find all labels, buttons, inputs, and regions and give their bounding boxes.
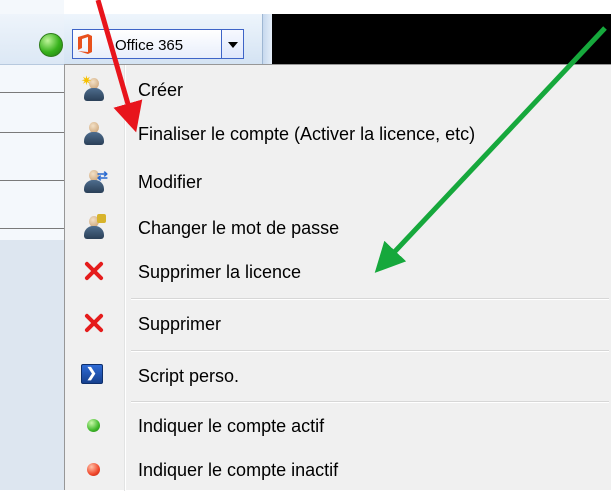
- background-band: [0, 240, 64, 490]
- user-icon: [81, 120, 107, 146]
- content-area: [272, 14, 611, 64]
- menu-item-label: Indiquer le compte actif: [138, 416, 325, 436]
- office-365-dropdown[interactable]: Office 365: [72, 29, 244, 59]
- powershell-icon: [81, 364, 103, 384]
- menu-separator: [131, 298, 609, 300]
- background-panel: [0, 0, 64, 490]
- user-edit-icon: ⇄: [81, 168, 108, 194]
- green-dot-icon: [87, 419, 100, 432]
- menu-item-compte-actif[interactable]: Indiquer le compte actif: [65, 403, 611, 449]
- menu-item-script-perso[interactable]: Script perso.: [65, 353, 611, 399]
- chevron-down-icon[interactable]: [221, 30, 243, 58]
- office-logo-icon: [78, 34, 92, 54]
- delete-x-icon: [81, 310, 107, 336]
- menu-item-label: Modifier: [138, 172, 203, 192]
- menu-item-label: Indiquer le compte inactif: [138, 460, 339, 480]
- menu-item-supprimer-licence[interactable]: Supprimer la licence: [65, 249, 611, 295]
- delete-x-icon: [81, 258, 107, 284]
- background-divider: [0, 180, 64, 181]
- background-divider: [0, 228, 64, 229]
- menu-item-label: Supprimer: [138, 314, 222, 334]
- context-menu: ✷ Créer Finaliser le compte (Activer la …: [64, 64, 611, 493]
- menu-item-label: Script perso.: [138, 366, 240, 386]
- status-indicator-icon: [39, 33, 63, 57]
- menu-item-finaliser[interactable]: Finaliser le compte (Activer la licence,…: [65, 111, 611, 157]
- menu-item-modifier[interactable]: ⇄ Modifier: [65, 159, 611, 205]
- red-dot-icon: [87, 463, 100, 476]
- menu-item-compte-inactif[interactable]: Indiquer le compte inactif: [65, 447, 611, 493]
- menu-item-label: Finaliser le compte (Activer la licence,…: [138, 124, 476, 144]
- user-add-icon: ✷: [81, 74, 107, 102]
- menu-item-label: Changer le mot de passe: [138, 218, 340, 238]
- menu-item-label: Créer: [138, 80, 184, 100]
- menu-item-supprimer[interactable]: Supprimer: [65, 301, 611, 347]
- background-divider: [0, 92, 64, 93]
- menu-item-creer[interactable]: ✷ Créer: [65, 67, 611, 113]
- menu-separator: [131, 350, 609, 352]
- menu-item-changer-mot-de-passe[interactable]: Changer le mot de passe: [65, 205, 611, 251]
- user-lock-icon: [81, 214, 107, 240]
- menu-item-label: Supprimer la licence: [138, 262, 302, 282]
- background-divider: [0, 132, 64, 133]
- office-365-label: Office 365: [115, 37, 184, 54]
